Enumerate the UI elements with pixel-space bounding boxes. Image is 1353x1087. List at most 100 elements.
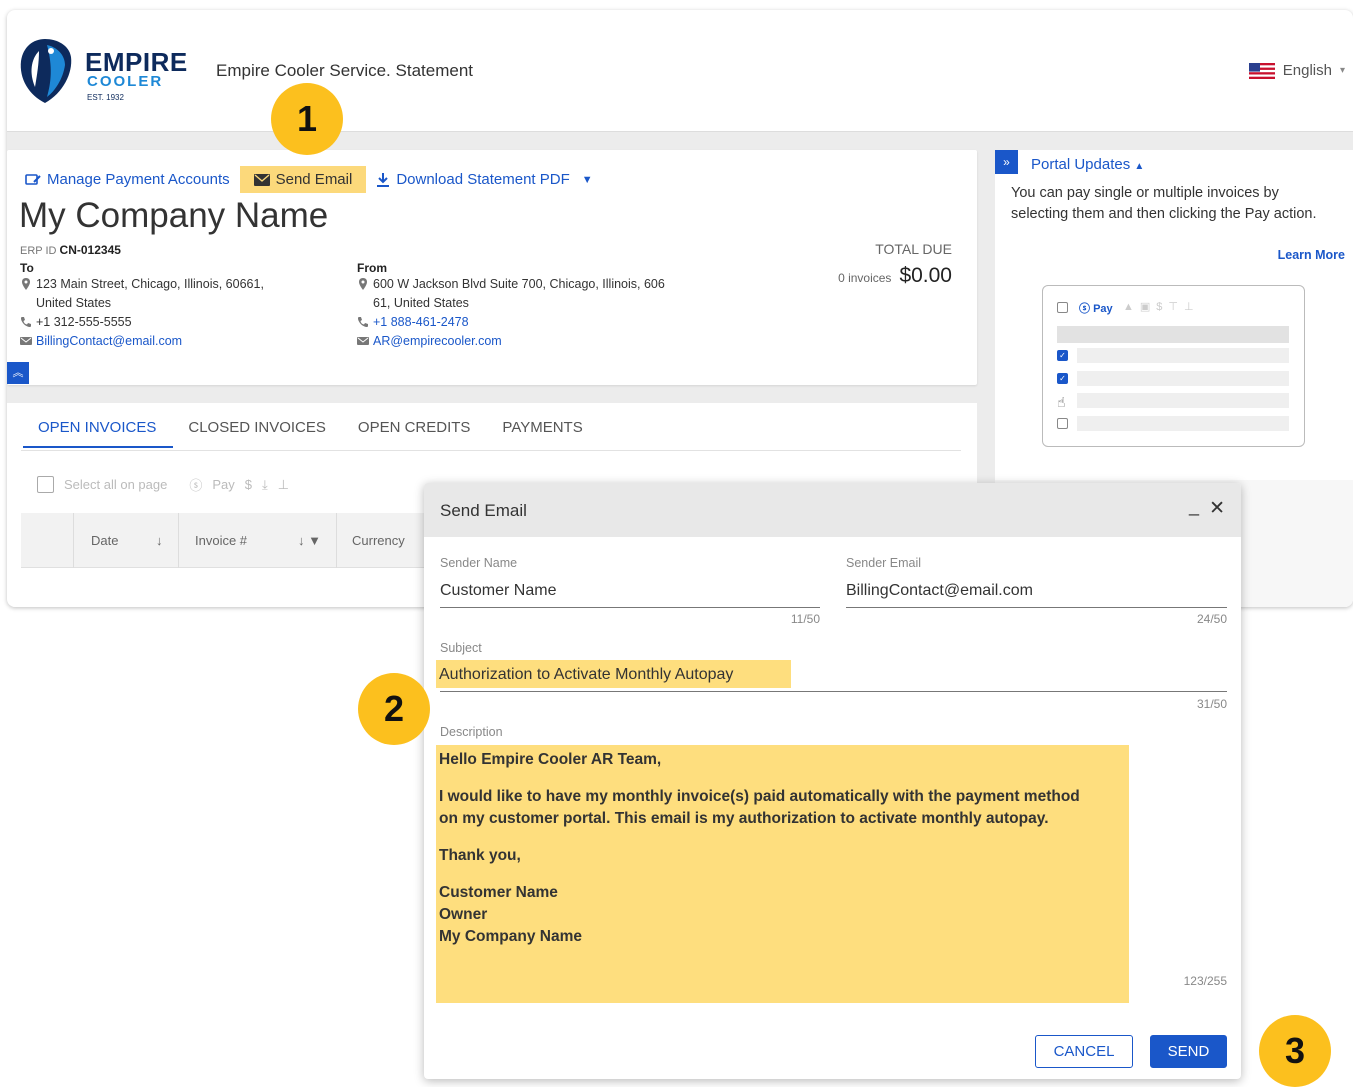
from-email[interactable]: AR@empirecooler.com [357, 332, 665, 351]
mock-row [1077, 371, 1289, 386]
tab-open-invoices[interactable]: OPEN INVOICES [23, 419, 174, 448]
description-thanks: Thank you, [439, 847, 521, 864]
company-name: My Company Name [19, 196, 329, 235]
close-icon[interactable]: ✕ [1209, 497, 1225, 520]
to-address-line2: United States [36, 296, 112, 310]
from-label: From [357, 261, 387, 275]
description-body-line2: on my customer portal. This email is my … [439, 810, 1049, 827]
mock-row [1077, 348, 1289, 363]
phone-icon [21, 317, 31, 327]
caret-down-icon: ▼ [581, 173, 593, 186]
dialog-header: Send Email _ ✕ [424, 483, 1241, 537]
sender-email-label: Sender Email [846, 556, 922, 570]
map-pin-icon [22, 278, 30, 290]
send-email-dialog: Send Email _ ✕ Sender Name Customer Name… [424, 483, 1241, 1079]
column-divider [73, 513, 74, 568]
subject-field[interactable]: Authorization to Activate Monthly Autopa… [439, 666, 733, 684]
map-pin-icon [359, 278, 367, 290]
tab-closed-invoices[interactable]: CLOSED INVOICES [173, 419, 343, 448]
empire-cooler-logo-icon [20, 39, 72, 103]
portal-updates-title[interactable]: Portal Updates ▲ [1031, 156, 1144, 173]
send-button[interactable]: SEND [1150, 1035, 1227, 1068]
logo-word-cooler: COOLER [87, 73, 164, 90]
mock-checkbox [1057, 418, 1068, 429]
pay-coin-icon: ⓢ [189, 478, 203, 493]
mock-header-row [1057, 326, 1289, 343]
language-selector[interactable]: English ▾ [1248, 62, 1345, 79]
description-textarea[interactable]: Hello Empire Cooler AR Team, I would lik… [439, 749, 1119, 948]
manage-payment-accounts-label: Manage Payment Accounts [47, 171, 230, 188]
description-count: 123/255 [1183, 974, 1227, 988]
from-address: 600 W Jackson Blvd Suite 700, Chicago, I… [357, 275, 665, 313]
send-email-button[interactable]: Send Email [239, 166, 367, 193]
description-greeting: Hello Empire Cooler AR Team, [439, 751, 662, 768]
portal-updates-text: You can pay single or multiple invoices … [1011, 185, 1317, 222]
mock-checked-icon: ✓ [1057, 350, 1068, 361]
column-currency[interactable]: Currency [352, 533, 405, 548]
column-date[interactable]: Date [91, 533, 118, 548]
description-signature-company: My Company Name [439, 928, 582, 945]
hand-cursor-icon: ☝ [1057, 394, 1066, 410]
to-email[interactable]: BillingContact@email.com [20, 332, 264, 351]
to-label: To [20, 261, 34, 275]
sort-icon[interactable]: ↓ [156, 533, 163, 548]
company-card: Manage Payment Accounts Send Email Downl… [7, 150, 977, 385]
select-all-label: Select all on page [64, 477, 168, 492]
export-icon[interactable]: ⊥ [278, 477, 289, 493]
caret-up-icon: ▲ [1134, 161, 1145, 172]
sender-name-field[interactable]: Customer Name [440, 582, 556, 600]
learn-more-link[interactable]: Learn More [1278, 248, 1345, 262]
dollar-icon: $ [244, 477, 253, 492]
select-all-checkbox[interactable] [37, 476, 54, 493]
pay-button[interactable]: Pay [212, 477, 234, 492]
phone-icon [358, 317, 368, 327]
us-flag-icon [1248, 62, 1275, 79]
page-title: Empire Cooler Service. Statement [216, 61, 473, 80]
mock-toolbar-icons: ▲▣$⊤⊥ [1123, 301, 1200, 313]
to-address-line1: 123 Main Street, Chicago, Illinois, 6066… [36, 277, 264, 291]
to-address-block: To 123 Main Street, Chicago, Illinois, 6… [20, 261, 264, 351]
mock-checkbox [1057, 302, 1068, 313]
sort-filter-icon[interactable]: ↓ ▼ [298, 533, 321, 548]
minimize-icon[interactable]: _ [1189, 496, 1199, 517]
sender-email-field[interactable]: BillingContact@email.com [846, 582, 1033, 600]
to-phone: +1 312-555-5555 [20, 313, 264, 332]
send-email-label: Send Email [275, 171, 353, 188]
to-email-value: BillingContact@email.com [36, 334, 183, 348]
top-bar: EMPIRE COOLER EST. 1932 Empire Cooler Se… [7, 10, 1353, 132]
chevron-down-icon: ▾ [1339, 65, 1345, 76]
mock-pay-text: Pay [1093, 303, 1113, 315]
erp-id-value: CN-012345 [59, 243, 121, 257]
tab-open-credits[interactable]: OPEN CREDITS [343, 419, 488, 448]
sender-name-underline [440, 607, 820, 608]
download-icon [377, 173, 390, 187]
subject-count: 31/50 [1196, 697, 1227, 711]
description-label: Description [440, 725, 503, 739]
cancel-button[interactable]: CANCEL [1035, 1035, 1133, 1068]
manage-payment-accounts-button[interactable]: Manage Payment Accounts [21, 166, 234, 193]
step-badge-2: 2 [358, 673, 430, 745]
mock-checked-icon: ✓ [1057, 373, 1068, 384]
collapse-up-icon[interactable]: ︽ [7, 362, 29, 384]
step-badge-1: 1 [271, 83, 343, 155]
download-icon[interactable]: ⤓ [262, 477, 268, 493]
from-address-block: From 600 W Jackson Blvd Suite 700, Chica… [357, 261, 665, 351]
step-badge-3: 3 [1259, 1015, 1331, 1087]
download-statement-pdf-button[interactable]: Download Statement PDF ▼ [372, 166, 596, 193]
tab-payments[interactable]: PAYMENTS [487, 419, 599, 448]
total-amount: $0.00 [899, 264, 952, 287]
description-body-line1: I would like to have my monthly invoice(… [439, 788, 1080, 805]
column-invoice-number[interactable]: Invoice # [195, 533, 247, 548]
total-due: 0 invoices $0.00 [838, 264, 952, 288]
total-due-label: TOTAL DUE [875, 241, 952, 257]
from-phone[interactable]: +1 888-461-2478 [357, 313, 665, 332]
to-phone-value: +1 312-555-5555 [36, 315, 132, 329]
expand-panel-icon[interactable]: » [995, 150, 1018, 174]
to-address: 123 Main Street, Chicago, Illinois, 6066… [20, 275, 264, 313]
envelope-icon [357, 337, 369, 345]
description-signature-title: Owner [439, 906, 488, 923]
column-divider [178, 513, 179, 568]
invoice-tabs: OPEN INVOICES CLOSED INVOICES OPEN CREDI… [23, 419, 600, 448]
subject-underline [440, 691, 1227, 692]
language-label: English [1282, 62, 1332, 79]
